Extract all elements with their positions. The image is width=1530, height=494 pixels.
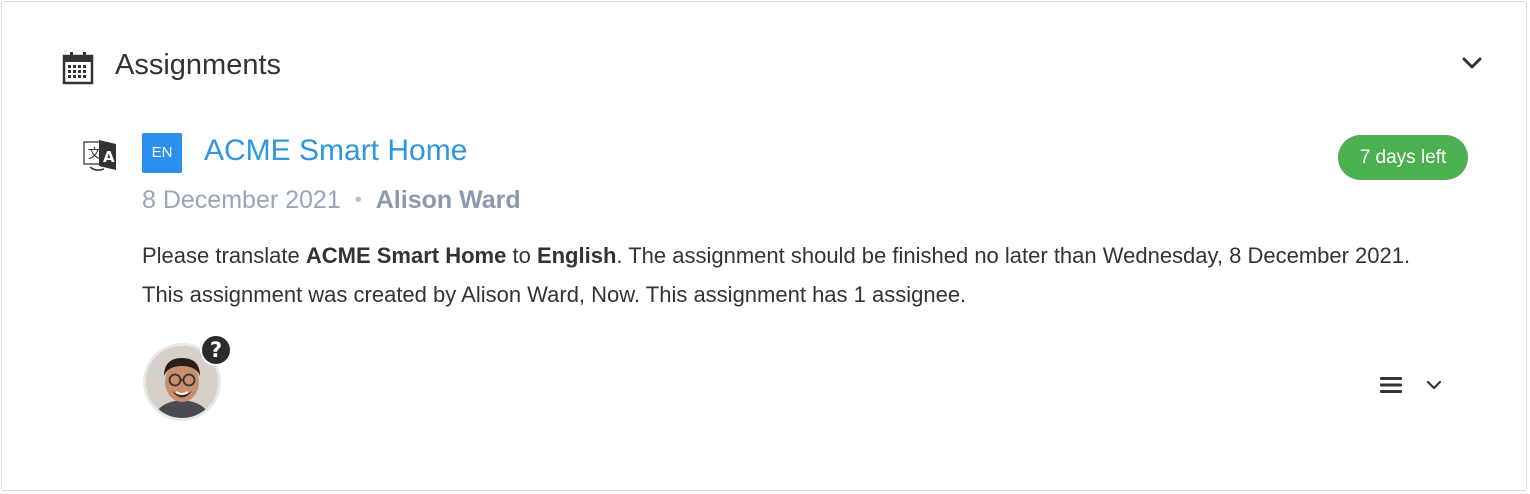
svg-text:?: ? (210, 338, 222, 362)
collapse-chevron-icon[interactable] (1458, 51, 1486, 75)
assignment-description: Please translate ACME Smart Home to Engl… (142, 236, 1422, 314)
section-title: Assignments (115, 49, 282, 81)
assignment-date: 8 December 2021 (142, 186, 341, 214)
days-left-badge: 7 days left (1338, 135, 1468, 180)
menu-icon[interactable] (1377, 373, 1405, 397)
translate-icon: 文 A (83, 140, 116, 171)
assignment-title-link[interactable]: ACME Smart Home (204, 131, 467, 171)
assignment-meta: 8 December 2021 • Alison Ward (142, 184, 521, 218)
svg-text:文: 文 (88, 147, 101, 162)
meta-separator: • (354, 189, 362, 211)
assignment-author[interactable]: Alison Ward (376, 186, 521, 214)
question-circle-icon: ? (200, 334, 232, 366)
description-project: ACME Smart Home (305, 243, 507, 268)
svg-text:A: A (103, 148, 115, 166)
description-middle: to (506, 243, 537, 268)
description-language: English (536, 243, 617, 268)
chevron-down-icon[interactable] (1424, 375, 1444, 395)
language-badge: EN (142, 133, 182, 173)
description-prefix: Please translate (142, 243, 306, 268)
calendar-icon (62, 52, 94, 85)
